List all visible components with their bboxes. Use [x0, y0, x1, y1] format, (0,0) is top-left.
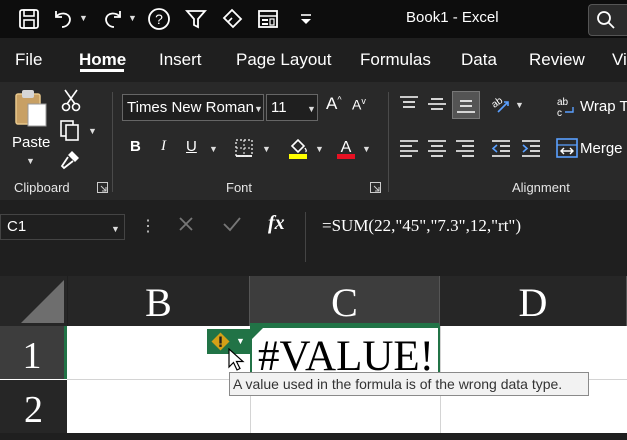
column-header-d[interactable]: D — [440, 276, 627, 326]
search-box[interactable] — [588, 4, 627, 36]
ribbon: Paste ▼ ▼ Clipboard Times New Roman ▼ 11… — [0, 82, 627, 200]
svg-text:A: A — [341, 139, 352, 156]
more-options-icon[interactable]: ⋮ — [140, 216, 156, 236]
error-tooltip: A value used in the formula is of the wr… — [229, 372, 589, 396]
help-icon[interactable]: ? — [147, 7, 171, 31]
formula-bar: C1 ▼ ⋮ fx =SUM(22,"45","7.3",12,"rt") — [0, 200, 627, 262]
align-left-icon[interactable] — [398, 138, 420, 158]
borders-dropdown-icon[interactable]: ▼ — [262, 144, 271, 154]
font-color-icon[interactable]: A — [334, 136, 358, 160]
tab-data[interactable]: Data — [461, 50, 497, 70]
formula-input[interactable]: =SUM(22,"45","7.3",12,"rt") — [305, 212, 627, 262]
bold-button[interactable]: B — [130, 138, 141, 155]
font-name-select[interactable]: Times New Roman ▼ — [122, 94, 264, 121]
paste-icon — [14, 88, 50, 128]
tab-file[interactable]: File — [15, 50, 42, 70]
row-header-2[interactable]: 2 — [0, 380, 67, 433]
insert-function-icon[interactable]: fx — [268, 212, 285, 235]
form-icon[interactable] — [256, 7, 280, 31]
paste-button[interactable]: Paste ▼ — [12, 88, 52, 166]
merge-center-button[interactable]: Merge — [580, 140, 623, 157]
copy-icon[interactable] — [58, 118, 82, 142]
font-launcher-icon[interactable] — [370, 182, 381, 193]
cancel-icon[interactable] — [177, 215, 195, 233]
wrap-text-button[interactable]: Wrap T — [580, 98, 627, 115]
undo-dropdown-icon[interactable]: ▼ — [79, 13, 88, 23]
underline-button[interactable]: U — [186, 138, 197, 155]
formula-text: =SUM(22,"45","7.3",12,"rt") — [322, 216, 522, 235]
align-right-icon[interactable] — [454, 138, 476, 158]
paste-dropdown-icon[interactable]: ▼ — [26, 156, 35, 166]
mouse-cursor-icon — [228, 348, 246, 372]
fill-color-icon[interactable] — [286, 136, 310, 160]
tab-home[interactable]: Home — [79, 50, 126, 70]
font-size-dropdown-icon: ▼ — [307, 104, 316, 114]
orientation-dropdown-icon[interactable]: ▼ — [515, 100, 524, 110]
column-header-b[interactable]: B — [68, 276, 250, 326]
format-painter-icon[interactable] — [58, 148, 82, 172]
name-box-dropdown-icon[interactable]: ▼ — [111, 224, 120, 234]
tab-review[interactable]: Review — [529, 50, 585, 70]
font-color-dropdown-icon[interactable]: ▼ — [362, 144, 371, 154]
tab-formulas[interactable]: Formulas — [360, 50, 431, 70]
alignment-group-label: Alignment — [512, 180, 570, 195]
tab-insert[interactable]: Insert — [159, 50, 202, 70]
name-box[interactable]: C1 ▼ — [0, 214, 125, 240]
decrease-font-size-icon[interactable]: Av — [352, 96, 366, 113]
redo-icon[interactable] — [101, 7, 125, 31]
select-all-button[interactable] — [0, 276, 67, 326]
copy-dropdown-icon[interactable]: ▼ — [88, 126, 97, 136]
clipboard-group-label: Clipboard — [14, 180, 70, 195]
underline-dropdown-icon[interactable]: ▼ — [209, 144, 218, 154]
clipboard-launcher-icon[interactable] — [97, 182, 108, 193]
orientation-icon[interactable]: ab — [488, 92, 512, 116]
save-icon[interactable] — [17, 7, 41, 31]
decrease-indent-icon[interactable] — [490, 138, 512, 158]
middle-align-icon[interactable] — [426, 94, 448, 114]
svg-text:ab: ab — [557, 97, 569, 108]
tab-view[interactable]: Vi — [612, 50, 627, 70]
customize-qat-icon[interactable] — [294, 7, 318, 31]
wrap-text-icon[interactable]: ab c — [557, 96, 577, 118]
undo-icon[interactable] — [51, 7, 75, 31]
window-title: Book1 - Excel — [406, 9, 499, 26]
svg-text:?: ? — [155, 11, 163, 27]
name-box-value: C1 — [7, 218, 27, 235]
error-indicator-triangle — [252, 328, 263, 339]
top-align-icon[interactable] — [398, 94, 420, 114]
title-bar: ▼ ▼ ? Book1 - Excel — [0, 0, 627, 38]
paste-label: Paste — [12, 134, 51, 151]
increase-indent-icon[interactable] — [520, 138, 542, 158]
ribbon-separator — [388, 92, 389, 192]
font-size-select[interactable]: 11 ▼ — [266, 94, 318, 121]
italic-button[interactable]: I — [161, 138, 166, 155]
ribbon-tabs: File Home Insert Page Layout Formulas Da… — [0, 38, 627, 82]
filter-icon[interactable] — [184, 7, 208, 31]
column-header-c[interactable]: C — [250, 276, 440, 326]
borders-icon[interactable] — [234, 138, 254, 158]
fill-color-dropdown-icon[interactable]: ▼ — [315, 144, 324, 154]
merge-center-icon[interactable] — [556, 137, 578, 159]
active-tab-indicator — [80, 69, 124, 72]
error-options-dropdown-icon: ▼ — [236, 336, 245, 346]
increase-font-size-icon[interactable]: A^ — [326, 94, 342, 114]
enter-icon[interactable] — [222, 215, 242, 233]
eraser-icon[interactable] — [220, 7, 244, 31]
redo-dropdown-icon[interactable]: ▼ — [128, 13, 137, 23]
search-icon — [596, 10, 616, 30]
cut-icon[interactable] — [60, 88, 82, 112]
font-size-value: 11 — [271, 99, 287, 116]
font-group-label: Font — [226, 180, 253, 195]
font-name-dropdown-icon: ▼ — [254, 104, 263, 114]
svg-text:ab: ab — [490, 95, 506, 111]
svg-text:c: c — [557, 108, 562, 118]
bottom-align-icon[interactable] — [452, 91, 480, 119]
align-center-icon[interactable] — [426, 138, 448, 158]
ribbon-separator — [112, 92, 113, 192]
font-name-value: Times New Roman — [127, 99, 254, 116]
row-header-1[interactable]: 1 — [0, 326, 67, 379]
tab-page-layout[interactable]: Page Layout — [236, 50, 331, 70]
